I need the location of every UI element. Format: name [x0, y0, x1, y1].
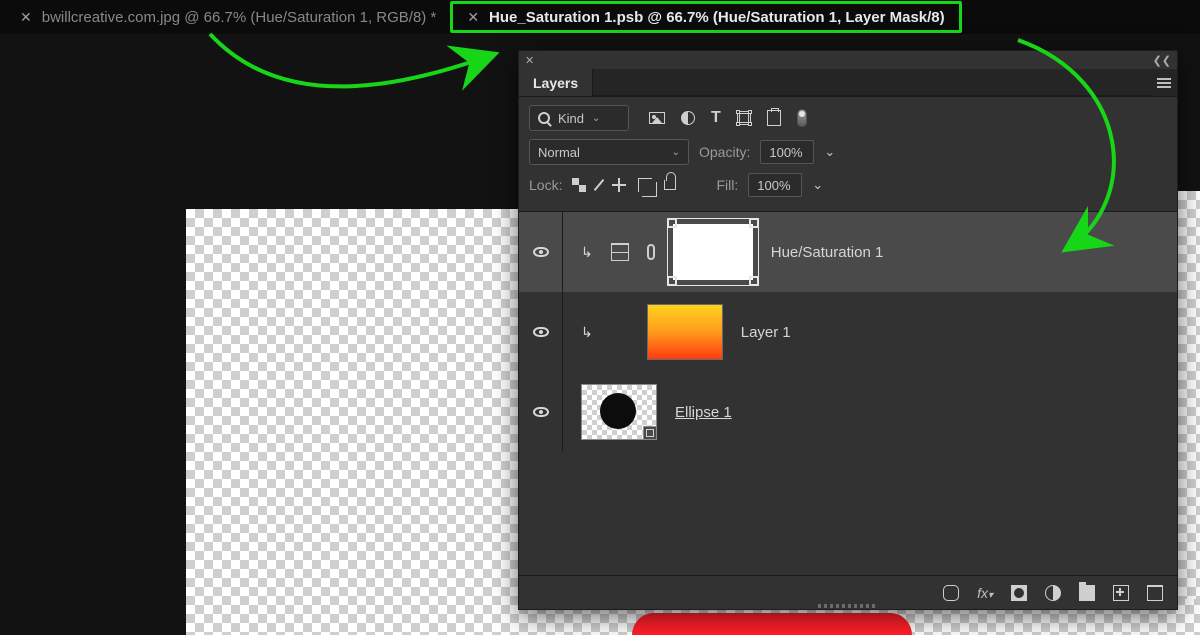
canvas-transparency-strip — [1178, 191, 1200, 599]
document-tab-active[interactable]: ✕ Hue_Saturation 1.psb @ 66.7% (Hue/Satu… — [450, 1, 961, 33]
lock-position-icon[interactable] — [612, 178, 626, 192]
blend-mode-value: Normal — [538, 145, 580, 160]
document-tab-inactive[interactable]: ✕ bwillcreative.com.jpg @ 66.7% (Hue/Sat… — [6, 0, 450, 34]
close-icon[interactable]: ✕ — [20, 10, 32, 24]
lock-pixels-icon[interactable] — [594, 179, 605, 191]
pixel-filter-icon[interactable] — [649, 112, 665, 124]
adjustment-thumb-icon[interactable] — [611, 243, 629, 261]
layer-name[interactable]: Ellipse 1 — [675, 404, 732, 421]
add-mask-icon[interactable] — [1011, 585, 1027, 601]
delete-layer-icon[interactable] — [1147, 585, 1163, 601]
opacity-label: Opacity: — [699, 144, 750, 160]
mask-selection-frame — [667, 218, 759, 286]
chevron-down-icon[interactable]: ⌄ — [812, 177, 823, 193]
visibility-toggle[interactable] — [519, 292, 563, 372]
layer-thumbnail[interactable] — [581, 384, 657, 440]
visibility-toggle[interactable] — [519, 372, 563, 452]
filter-type-icons: T — [649, 109, 807, 127]
opacity-input[interactable]: 100% — [760, 140, 814, 164]
link-mask-icon[interactable] — [647, 244, 655, 260]
layer-row[interactable]: ↳ Hue/Saturation 1 — [519, 212, 1177, 292]
menu-icon — [1157, 78, 1171, 88]
eye-icon — [533, 327, 549, 337]
eye-icon — [533, 407, 549, 417]
tab-layers[interactable]: Layers — [519, 69, 593, 96]
tab-label: Hue_Saturation 1.psb @ 66.7% (Hue/Satura… — [489, 9, 945, 26]
lock-icons — [572, 178, 676, 192]
layer-mask-thumbnail[interactable] — [673, 224, 753, 280]
link-layers-icon[interactable] — [943, 585, 959, 601]
close-icon[interactable]: ✕ — [525, 54, 534, 67]
new-layer-icon[interactable] — [1113, 585, 1129, 601]
new-group-icon[interactable] — [1079, 585, 1095, 601]
document-tab-bar: ✕ bwillcreative.com.jpg @ 66.7% (Hue/Sat… — [0, 0, 1200, 34]
clipping-indicator-icon: ↳ — [581, 244, 593, 261]
layer-list: ↳ Hue/Saturation 1 ↳ Layer 1 — [519, 212, 1177, 575]
lock-artboard-icon[interactable] — [638, 178, 652, 192]
search-icon — [538, 112, 550, 124]
chevron-down-icon: ⌄ — [592, 113, 600, 124]
panel-header[interactable]: ✕ ❮❮ — [519, 51, 1177, 69]
lock-transparency-icon[interactable] — [572, 178, 586, 192]
smartobject-filter-icon[interactable] — [767, 110, 781, 126]
layer-thumbnail[interactable] — [647, 304, 723, 360]
layer-name[interactable]: Layer 1 — [741, 324, 791, 341]
layer-name[interactable]: Hue/Saturation 1 — [771, 244, 884, 261]
lock-label: Lock: — [529, 177, 562, 193]
opacity-value: 100% — [769, 145, 802, 160]
layer-row[interactable]: Ellipse 1 — [519, 372, 1177, 452]
clipping-indicator-icon: ↳ — [581, 324, 593, 341]
panel-tab-spacer — [593, 69, 1151, 96]
layer-options: Kind ⌄ T Normal ⌄ Opacity: 100% ⌄ — [519, 97, 1177, 212]
shape-filter-icon[interactable] — [737, 111, 751, 125]
blend-mode-dropdown[interactable]: Normal ⌄ — [529, 139, 689, 165]
panel-tabs: Layers — [519, 69, 1177, 97]
filter-kind-dropdown[interactable]: Kind ⌄ — [529, 105, 629, 131]
close-icon[interactable]: ✕ — [467, 10, 479, 24]
fx-icon[interactable]: fx▾ — [977, 585, 993, 601]
canvas-artwork — [632, 613, 912, 635]
layer-row[interactable]: ↳ Layer 1 — [519, 292, 1177, 372]
panel-menu-button[interactable] — [1151, 69, 1177, 96]
tab-label: bwillcreative.com.jpg @ 66.7% (Hue/Satur… — [42, 9, 437, 26]
type-filter-icon[interactable]: T — [711, 109, 721, 127]
layers-panel: ✕ ❮❮ Layers Kind ⌄ T — [518, 50, 1178, 610]
filter-kind-value: Kind — [558, 111, 584, 126]
visibility-toggle[interactable] — [519, 212, 563, 292]
new-adjustment-icon[interactable] — [1045, 585, 1061, 601]
fill-input[interactable]: 100% — [748, 173, 802, 197]
eye-icon — [533, 247, 549, 257]
panel-resize-grip[interactable] — [818, 604, 878, 608]
adjustment-filter-icon[interactable] — [681, 111, 695, 125]
collapse-icon[interactable]: ❮❮ — [1153, 54, 1171, 67]
chevron-down-icon[interactable]: ⌄ — [824, 144, 835, 160]
fill-label: Fill: — [716, 177, 738, 193]
fill-value: 100% — [757, 178, 790, 193]
lock-all-icon[interactable] — [664, 180, 676, 190]
filter-toggle[interactable] — [797, 109, 807, 127]
tab-label: Layers — [533, 75, 578, 91]
chevron-down-icon: ⌄ — [672, 147, 680, 158]
shape-badge-icon — [643, 426, 657, 440]
